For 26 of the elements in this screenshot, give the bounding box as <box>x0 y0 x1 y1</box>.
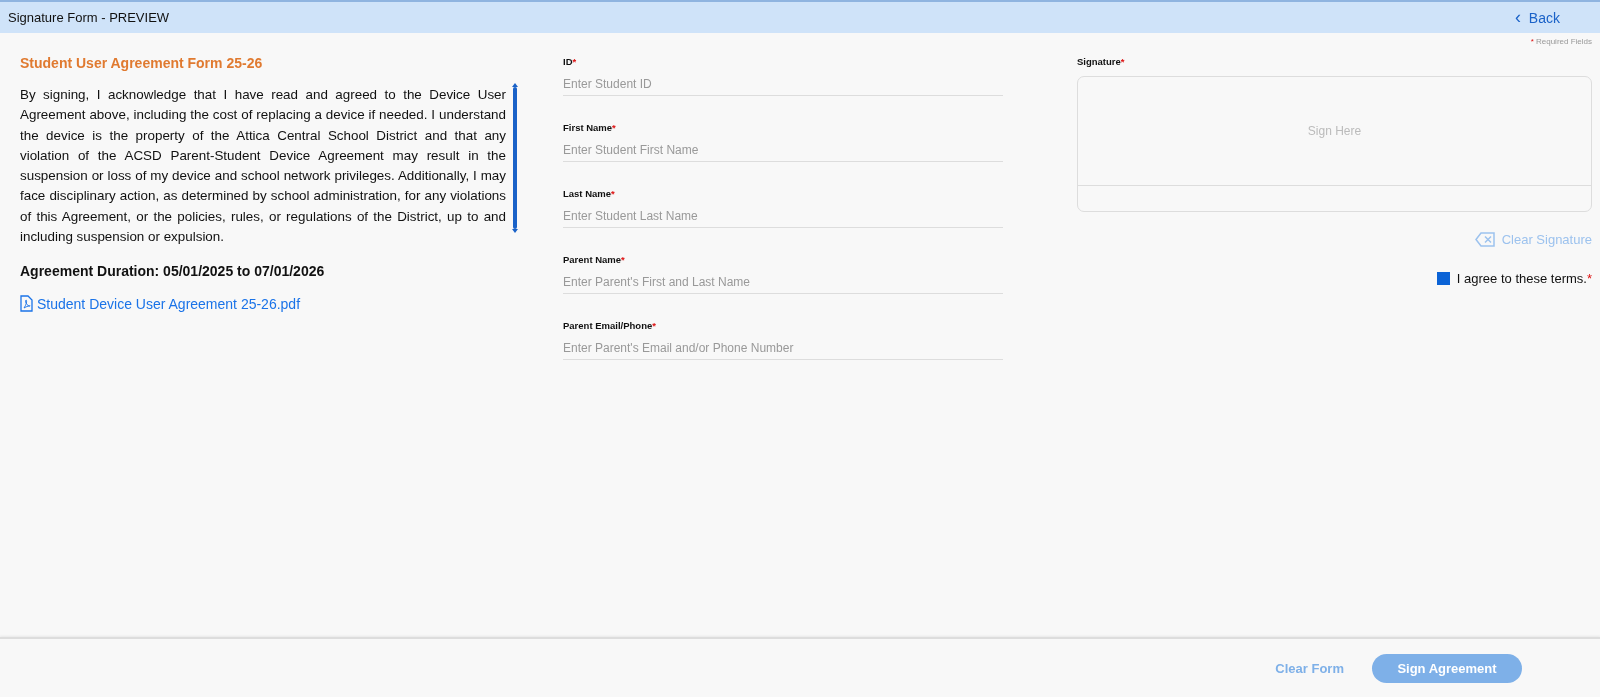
terms-checkbox[interactable]: I agree to these terms.* <box>1436 271 1592 286</box>
required-fields-note: * Required Fields <box>1530 37 1592 47</box>
input-field[interactable]: Enter Parent's First and Last Name <box>563 269 1003 294</box>
input-field[interactable]: Enter Student ID <box>563 71 1003 96</box>
pdf-link[interactable]: Student Device User Agreement 25-26.pdf <box>20 295 301 313</box>
agreement-text: By signing, I acknowledge that I have read and agreed to the Device User Agreement above, including the cost of replacing a device if needed. I understand the device is the property of the Attica Central School District and that any violation of the ACSD Parent-Student Device Agreement may result in the suspension or loss of my device and school network privileges. Additionally, I may face disciplinary action, as determined by school administration, for any violations of this Agreement, or the policies, rules, or regulations of the District, up to and including suspension or expulsion. <box>20 86 506 247</box>
input-field[interactable]: Enter Parent's Email and/or Phone Number <box>563 335 1003 360</box>
input-field[interactable]: Enter Student First Name <box>563 137 1003 162</box>
input-field[interactable]: Enter Student Last Name <box>563 203 1003 228</box>
backspace-icon <box>1474 232 1495 247</box>
agreement-duration: Agreement Duration: 05/01/2025 to 07/01/2026 <box>20 263 326 280</box>
signature-placeholder: Sign Here <box>1307 124 1362 138</box>
signature-pad[interactable]: Sign Here <box>1077 76 1592 212</box>
window-title: Signature Form - PREVIEW <box>8 10 170 25</box>
scroll-up-icon[interactable] <box>512 83 518 87</box>
field-label: Signature* <box>1077 56 1126 67</box>
back-button[interactable]: ‹ Back <box>1515 7 1560 28</box>
field-label: First Name* <box>563 122 617 133</box>
field-label: Parent Name* <box>563 254 626 265</box>
checkbox[interactable] <box>1436 272 1450 285</box>
field-label: Parent Email/Phone* <box>563 320 657 331</box>
pdf-file-icon <box>20 295 33 313</box>
agreement-title: Student User Agreement Form 25-26 <box>20 55 264 71</box>
field-label: Last Name* <box>563 188 616 199</box>
scroll-down-icon[interactable] <box>512 229 518 233</box>
field-label: ID* <box>563 56 578 67</box>
